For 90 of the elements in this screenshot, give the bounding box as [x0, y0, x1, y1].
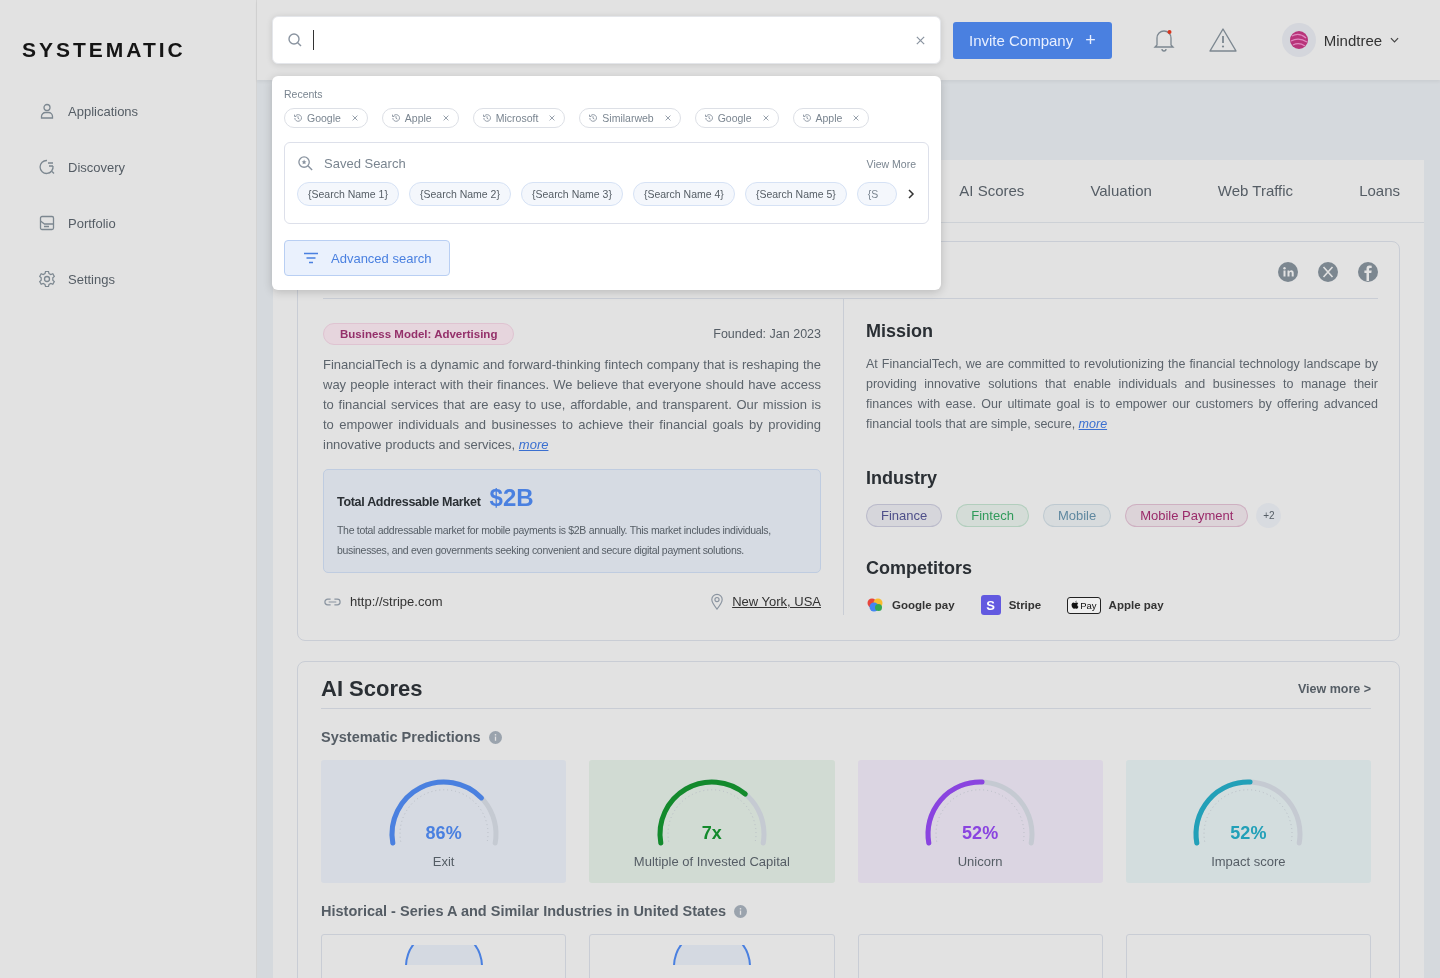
discovery-icon: [38, 158, 56, 176]
remove-icon[interactable]: [350, 114, 359, 122]
chevron-down-icon[interactable]: [1390, 37, 1400, 43]
industry-tag: Mobile: [1042, 504, 1112, 527]
tab[interactable]: Web Traffic: [1217, 181, 1294, 201]
score-value: 86%: [424, 823, 463, 844]
tab[interactable]: Valuation: [1090, 181, 1152, 201]
location-pin-icon: [710, 593, 725, 610]
score-value: 7x: [700, 823, 723, 844]
remove-icon[interactable]: [761, 114, 770, 122]
history-icon: [293, 113, 303, 123]
linkedin-icon[interactable]: [1278, 262, 1298, 282]
industry-tag: Mobile Payment: [1125, 504, 1249, 527]
user-icon: [38, 102, 56, 120]
history-icon: [801, 113, 812, 123]
competitors-heading: Competitors: [866, 558, 973, 579]
wallet-logo-icon: [866, 596, 884, 614]
close-icon[interactable]: [915, 34, 926, 46]
company-description: FinancialTech is a dynamic and forward-thinking fintech company that is reshaping the way people interact with their finances. We believe that everyone should have access to financial services that are easy to use, affordable, and transparent. Our mission is to empower individuals and businesses to achieve their financial goals by providing innovative products and services, more: [323, 356, 821, 454]
nav-item[interactable]: Settings: [38, 270, 256, 288]
competitor-name[interactable]: Apple pay: [1108, 599, 1164, 611]
mission-heading: Mission: [866, 321, 934, 342]
history-icon: [703, 113, 714, 123]
recents-label: Recents: [284, 88, 324, 100]
pay-badge-icon: Pay: [1067, 596, 1101, 614]
logo: SYSTEMATIC: [22, 38, 187, 62]
industry-tag: Fintech: [956, 504, 1029, 527]
view-more-link[interactable]: View more >: [1297, 682, 1371, 696]
industry-tag: Finance: [866, 504, 943, 527]
website-link[interactable]: http://stripe.com: [350, 594, 443, 609]
predictions-heading: Systematic Predictions: [321, 729, 481, 745]
x-logo-icon[interactable]: [1318, 262, 1338, 282]
info-icon[interactable]: [488, 730, 502, 744]
facebook-icon[interactable]: [1358, 262, 1378, 282]
history-icon: [481, 113, 492, 123]
competitor-name[interactable]: Google pay: [892, 599, 955, 611]
history-icon: [588, 113, 599, 123]
nav-item[interactable]: Portfolio: [38, 214, 256, 232]
score-value: 52%: [1229, 823, 1268, 844]
saved-search-title: Saved Search: [324, 156, 406, 171]
history-icon: [390, 113, 401, 123]
more-count-badge: +2: [1256, 503, 1282, 528]
remove-icon[interactable]: [663, 114, 672, 122]
score-label: Multiple of Invested Capital: [633, 854, 790, 869]
link-icon: [323, 596, 342, 607]
invite-company-button[interactable]: Invite Company +: [953, 21, 1112, 59]
saved-search-chip[interactable]: {Search Name 4}: [632, 182, 735, 206]
competitor-name[interactable]: Stripe: [1008, 599, 1042, 611]
tab[interactable]: Loans: [1359, 181, 1400, 201]
saved-search-chip[interactable]: {Search Name 3}: [520, 182, 623, 206]
founded-date: Founded: Jan 2023: [713, 327, 821, 341]
nav-item[interactable]: Applications: [38, 102, 256, 120]
industry-heading: Industry: [866, 468, 938, 489]
score-label: Impact score: [1211, 854, 1286, 869]
remove-icon[interactable]: [852, 114, 861, 122]
historical-heading: Historical - Series A and Similar Industries in United States: [321, 903, 727, 919]
search-icon: [287, 32, 303, 48]
filter-icon: [303, 252, 319, 264]
search-field[interactable]: [272, 16, 941, 64]
tab[interactable]: AI Scores: [959, 181, 1025, 201]
score-value: 52%: [961, 823, 1000, 844]
mission-text: At FinancialTech, we are committed to revolutionizing the financial technology landscape by providing innovative solutions that enable individuals and businesses to manage their finances with ease. Our ultimate goal is to empower our customers by offering advanced financial tools that are simple, secure, more: [866, 356, 1378, 433]
score-label: Exit: [432, 854, 455, 869]
saved-search-chip[interactable]: {Search Name 1}: [297, 182, 399, 206]
warning-icon[interactable]: [1207, 27, 1238, 53]
tam-value: $2B: [489, 484, 534, 512]
more-link[interactable]: more: [1078, 417, 1108, 431]
score-label: Unicorn: [957, 854, 1003, 869]
remove-icon[interactable]: [548, 114, 557, 122]
nav-item[interactable]: Discovery: [38, 158, 256, 176]
tam-description: The total addressable market for mobile payments is $2B annually. This market includes individuals, businesses, and even governments seeking convenient and secure digital payment solutions.: [337, 523, 772, 558]
view-more-link[interactable]: View More: [866, 157, 916, 170]
settings-icon: [38, 270, 56, 288]
advanced-search-button[interactable]: Advanced search: [284, 240, 451, 276]
saved-search-chip[interactable]: {Search Name 2}: [408, 182, 511, 206]
search-star-icon: [297, 155, 314, 172]
tam-label: Total Addressable Market: [337, 495, 481, 509]
ai-scores-heading: AI Scores: [321, 676, 423, 702]
remove-icon[interactable]: [441, 114, 450, 122]
business-model-tag: Business Model: Advertising: [323, 323, 515, 345]
info-icon[interactable]: [734, 904, 748, 918]
saved-search-chip[interactable]: {Search Name 5}: [744, 182, 847, 206]
user-name[interactable]: Mindtree: [1323, 31, 1383, 49]
avatar-icon[interactable]: [1281, 23, 1316, 57]
bell-icon[interactable]: [1151, 27, 1176, 53]
location-link[interactable]: New York, USA: [732, 594, 821, 609]
stripe-logo-icon: S: [980, 595, 1001, 615]
folder-icon: [38, 214, 56, 232]
more-link[interactable]: more: [518, 437, 549, 452]
saved-search-chip[interactable]: {S: [856, 182, 898, 206]
